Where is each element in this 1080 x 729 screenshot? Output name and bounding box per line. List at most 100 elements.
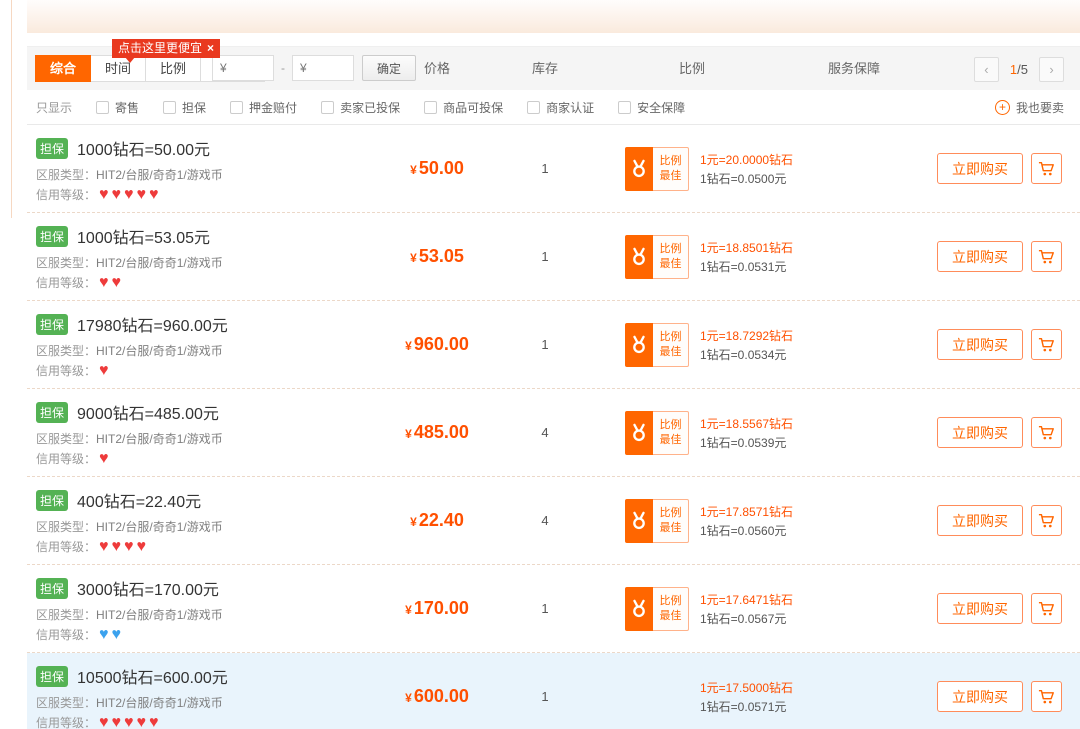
- filter-option[interactable]: 押金赔付: [230, 99, 297, 116]
- stock-count: 1: [505, 337, 585, 352]
- ratio-line-2: 1钻石=0.0500元: [700, 170, 793, 189]
- listing-title[interactable]: 17980钻石=960.00元: [77, 312, 228, 336]
- filter-option[interactable]: 商品可投保: [424, 99, 503, 116]
- best-ratio-badge: 比例 最佳: [625, 147, 689, 191]
- server-type-value: HIT2/台服/奇奇1/游戏币: [96, 256, 223, 270]
- buy-cell: 立即购买: [937, 681, 1062, 712]
- price-min-input[interactable]: [212, 55, 274, 81]
- credit-hearts-icons: ♥♥: [99, 275, 124, 291]
- buy-cell: 立即购买: [937, 417, 1062, 448]
- buy-now-button[interactable]: 立即购买: [937, 417, 1023, 448]
- checkbox[interactable]: [96, 101, 109, 114]
- add-to-cart-button[interactable]: [1031, 153, 1062, 184]
- listing-row[interactable]: 担保 400钻石=22.40元 区服类型：HIT2/台服/奇奇1/游戏币 信用等…: [27, 477, 1080, 565]
- listing-title[interactable]: 3000钻石=170.00元: [77, 576, 219, 600]
- credit-label: 信用等级：: [36, 450, 96, 467]
- listing-row[interactable]: 担保 1000钻石=53.05元 区服类型：HIT2/台服/奇奇1/游戏币 信用…: [27, 213, 1080, 301]
- server-type-value: HIT2/台服/奇奇1/游戏币: [96, 344, 223, 358]
- chevron-right-icon: ›: [1049, 62, 1053, 77]
- filter-option-label: 寄售: [115, 99, 139, 116]
- checkbox[interactable]: [424, 101, 437, 114]
- sort-tab[interactable]: 比例: [145, 55, 201, 82]
- add-to-cart-button[interactable]: [1031, 681, 1062, 712]
- chevron-left-icon: ‹: [984, 62, 988, 77]
- cart-icon: [1038, 513, 1055, 529]
- server-type-line: 区服类型：HIT2/台服/奇奇1/游戏币: [36, 254, 223, 271]
- server-type-label: 区服类型：: [36, 608, 96, 622]
- ratio-word: 比例: [653, 154, 688, 169]
- listing-row[interactable]: 担保 10500钻石=600.00元 区服类型：HIT2/台服/奇奇1/游戏币 …: [27, 653, 1080, 729]
- listing-title-line: 担保 10500钻石=600.00元: [36, 664, 228, 688]
- listing-row[interactable]: 担保 1000钻石=50.00元 区服类型：HIT2/台服/奇奇1/游戏币 信用…: [27, 125, 1080, 213]
- sell-too-link[interactable]: + 我也要卖: [995, 90, 1064, 125]
- listing-title[interactable]: 1000钻石=50.00元: [77, 136, 210, 160]
- add-to-cart-button[interactable]: [1031, 505, 1062, 536]
- checkbox[interactable]: [230, 101, 243, 114]
- filter-option[interactable]: 担保: [163, 99, 206, 116]
- ratio-line-2: 1钻石=0.0571元: [700, 698, 793, 717]
- buy-now-button[interactable]: 立即购买: [937, 593, 1023, 624]
- filter-option[interactable]: 商家认证: [527, 99, 594, 116]
- best-ratio-badge: 比例 最佳: [625, 235, 689, 279]
- checkbox[interactable]: [527, 101, 540, 114]
- filter-option[interactable]: 卖家已投保: [321, 99, 400, 116]
- buy-now-button[interactable]: 立即购买: [937, 329, 1023, 360]
- guarantee-badge: 担保: [36, 402, 68, 423]
- checkbox[interactable]: [321, 101, 334, 114]
- price-max-input[interactable]: [292, 55, 354, 81]
- ratio-text: 1元=18.8501钻石 1钻石=0.0531元: [700, 239, 793, 277]
- promo-banner-strip: [27, 0, 1080, 33]
- red-heart-icon: ♥: [99, 362, 112, 379]
- buy-now-button[interactable]: 立即购买: [937, 241, 1023, 272]
- filter-option[interactable]: 安全保障: [618, 99, 685, 116]
- add-to-cart-button[interactable]: [1031, 329, 1062, 360]
- ratio-cell: 比例 最佳 1元=17.8571钻石 1钻石=0.0560元: [625, 499, 885, 543]
- red-heart-icon: ♥: [112, 274, 125, 291]
- stock-count: 1: [505, 249, 585, 264]
- only-show-label: 只显示: [36, 99, 72, 116]
- credit-line: 信用等级： ♥♥♥♥♥: [36, 714, 162, 729]
- credit-line: 信用等级： ♥: [36, 450, 112, 467]
- server-type-label: 区服类型：: [36, 696, 96, 710]
- red-heart-icon: ♥: [112, 186, 125, 203]
- server-type-line: 区服类型：HIT2/台服/奇奇1/游戏币: [36, 166, 223, 183]
- listing-title[interactable]: 1000钻石=53.05元: [77, 224, 210, 248]
- guarantee-badge: 担保: [36, 490, 68, 511]
- cart-icon: [1038, 425, 1055, 441]
- buy-now-button[interactable]: 立即购买: [937, 153, 1023, 184]
- listing-title[interactable]: 9000钻石=485.00元: [77, 400, 219, 424]
- buy-now-button[interactable]: 立即购买: [937, 505, 1023, 536]
- listing-title[interactable]: 10500钻石=600.00元: [77, 664, 228, 688]
- ratio-cell: 比例 最佳 1元=18.8501钻石 1钻石=0.0531元: [625, 235, 885, 279]
- prev-page-button[interactable]: ‹: [974, 57, 999, 82]
- plus-circle-icon: +: [995, 100, 1010, 115]
- tooltip-text: 点击这里更便宜: [118, 41, 202, 55]
- listing-row[interactable]: 担保 9000钻石=485.00元 区服类型：HIT2/台服/奇奇1/游戏币 信…: [27, 389, 1080, 477]
- ratio-text: 1元=17.8571钻石 1钻石=0.0560元: [700, 503, 793, 541]
- guarantee-badge: 担保: [36, 138, 68, 159]
- red-heart-icon: ♥: [149, 714, 162, 729]
- filter-option[interactable]: 寄售: [96, 99, 139, 116]
- add-to-cart-button[interactable]: [1031, 417, 1062, 448]
- checkbox[interactable]: [163, 101, 176, 114]
- next-page-button[interactable]: ›: [1039, 57, 1064, 82]
- price-value: 960.00: [414, 334, 469, 354]
- red-heart-icon: ♥: [99, 538, 112, 555]
- credit-line: 信用等级： ♥♥: [36, 626, 124, 643]
- listing-title-line: 担保 1000钻石=53.05元: [36, 224, 210, 248]
- add-to-cart-button[interactable]: [1031, 241, 1062, 272]
- cheaper-tooltip[interactable]: 点击这里更便宜 ×: [112, 39, 220, 58]
- sort-tab[interactable]: 时间: [90, 55, 146, 82]
- listing-title[interactable]: 400钻石=22.40元: [77, 488, 201, 512]
- tooltip-close-icon[interactable]: ×: [207, 41, 214, 55]
- listing-row[interactable]: 担保 3000钻石=170.00元 区服类型：HIT2/台服/奇奇1/游戏币 信…: [27, 565, 1080, 653]
- medal-icon: [625, 499, 653, 543]
- sort-tab-label: 比例: [160, 61, 186, 76]
- buy-now-button[interactable]: 立即购买: [937, 681, 1023, 712]
- checkbox[interactable]: [618, 101, 631, 114]
- sort-tab[interactable]: 综合: [35, 55, 91, 82]
- listing-row[interactable]: 担保 17980钻石=960.00元 区服类型：HIT2/台服/奇奇1/游戏币 …: [27, 301, 1080, 389]
- ratio-text: 1元=18.5567钻石 1钻石=0.0539元: [700, 415, 793, 453]
- red-heart-icon: ♥: [112, 714, 125, 729]
- add-to-cart-button[interactable]: [1031, 593, 1062, 624]
